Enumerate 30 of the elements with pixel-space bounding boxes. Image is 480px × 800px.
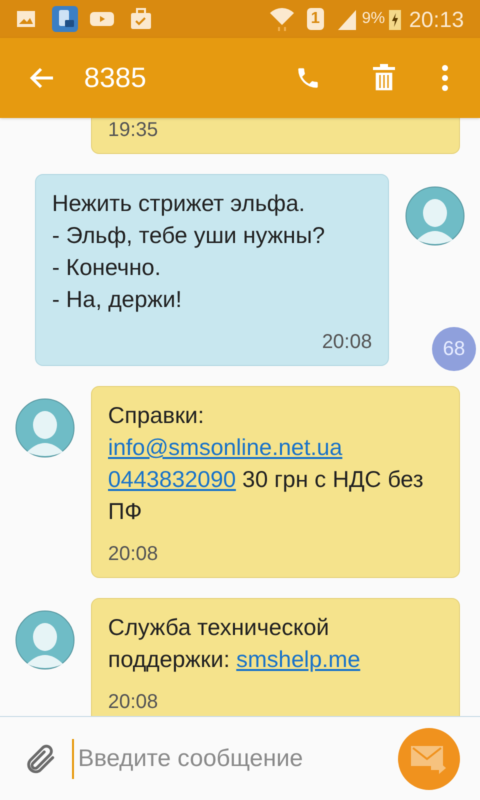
play-icon: [90, 10, 114, 28]
phone-app-icon: [52, 6, 78, 32]
message-time: 19:35: [108, 118, 158, 143]
message-text: Справки: info@smsonline.net.ua 0443832090 30 грн с НДС без ПФ: [108, 401, 424, 526]
message-time: 20:08: [322, 330, 372, 355]
message-text: Служба технической поддержки: smshelp.me: [108, 613, 362, 674]
trash-icon: [372, 64, 396, 92]
battery-percent: 9%: [362, 9, 385, 29]
contact-title: 8385: [84, 61, 146, 95]
avatar-icon: [15, 610, 75, 670]
send-envelope-icon: [411, 744, 447, 774]
battery-charging-icon: [388, 8, 401, 30]
gallery-icon: [16, 10, 36, 28]
message-input[interactable]: Введите сообщение: [72, 738, 390, 778]
message-time: 20:08: [108, 690, 158, 715]
clock: 20:13: [408, 6, 464, 34]
briefcase-check-icon: [130, 8, 152, 30]
message-link[interactable]: info@smsonline.net.ua: [108, 434, 342, 460]
message-time: 20:08: [108, 542, 158, 567]
message-text: Нежить стрижет эльфа. - Эльф, тебе уши нужны? - Конечно. - На, держи!: [52, 189, 326, 314]
message-link[interactable]: smshelp.me: [236, 646, 360, 672]
scroll-badge: 68: [432, 327, 476, 371]
avatar-icon: [15, 398, 75, 458]
wifi-icon: [268, 7, 295, 31]
signal-icon: [336, 8, 358, 30]
sim-slot-label: 1: [306, 8, 324, 30]
message-link[interactable]: 0443832090: [108, 466, 236, 492]
back-arrow-icon: [29, 66, 55, 90]
avatar-icon: [405, 186, 465, 246]
more-vertical-icon: [442, 65, 448, 91]
